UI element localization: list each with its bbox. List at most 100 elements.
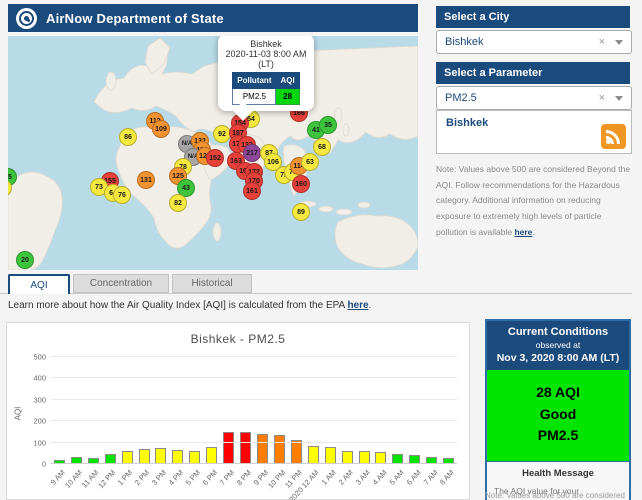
chart-bar[interactable] bbox=[155, 448, 166, 464]
city-caret-down-icon[interactable] bbox=[615, 40, 623, 45]
aqi-marker[interactable]: 161 bbox=[243, 182, 261, 200]
city-clear-icon[interactable]: × bbox=[599, 36, 605, 48]
aqi-marker[interactable]: 68 bbox=[313, 138, 331, 156]
chart-bar[interactable] bbox=[308, 446, 319, 464]
parameter-select-value: PM2.5 bbox=[445, 92, 599, 104]
chart-bar-slot: 4 PM bbox=[169, 357, 186, 464]
chart-plot: 9 AM10 AM11 AM12 PM1 PM2 PM3 PM4 PM5 PM6… bbox=[51, 357, 457, 464]
bottom-note-cutoff: Note: Values above 500 are considered Be… bbox=[485, 491, 635, 500]
aqi-value: 28 AQI bbox=[489, 382, 627, 404]
chart-bar[interactable] bbox=[291, 440, 302, 464]
chart-x-tick: 7 AM bbox=[421, 468, 439, 487]
aqi-marker[interactable]: 86 bbox=[119, 128, 137, 146]
chart-y-tick: 400 bbox=[22, 374, 46, 383]
chart-x-tick: 3 PM bbox=[150, 468, 168, 487]
observed-at-label: observed at bbox=[489, 340, 627, 350]
state-department-seal-icon bbox=[16, 8, 37, 29]
chart-bar[interactable] bbox=[172, 450, 183, 464]
chart-bar-slot: 3 AM bbox=[356, 357, 373, 464]
aqi-marker[interactable]: 89 bbox=[292, 203, 310, 221]
chart-bar-slot: 5 PM bbox=[186, 357, 203, 464]
rss-city-label: Bishkek bbox=[446, 117, 488, 129]
aqi-summary-box: 28 AQI Good PM2.5 bbox=[487, 370, 629, 461]
app-header: AirNow Department of State bbox=[8, 4, 418, 32]
chart-bar-slot: 1 AM bbox=[322, 357, 339, 464]
parameter-caret-down-icon[interactable] bbox=[615, 96, 623, 101]
chart-bar-slot: 11 PM bbox=[288, 357, 305, 464]
chart-bar[interactable] bbox=[122, 451, 133, 464]
parameter-select[interactable]: PM2.5 × bbox=[436, 86, 632, 110]
chart-x-tick: 5 AM bbox=[387, 468, 405, 487]
aqi-marker[interactable]: 109 bbox=[152, 120, 170, 138]
chart-x-tick: 2 AM bbox=[337, 468, 355, 487]
chart-bar-slot: 6 PM bbox=[203, 357, 220, 464]
chart-x-tick: 6 PM bbox=[201, 468, 219, 487]
aqi-marker[interactable]: 20 bbox=[16, 251, 34, 269]
parameter-clear-icon[interactable]: × bbox=[599, 92, 605, 104]
select-parameter-header: Select a Parameter bbox=[436, 62, 630, 84]
aqi-marker[interactable]: 160 bbox=[292, 175, 310, 193]
learn-more-text: Learn more about how the Air Quality Ind… bbox=[8, 300, 371, 311]
chart-gridline bbox=[51, 442, 457, 443]
tab-concentration[interactable]: Concentration bbox=[73, 274, 169, 293]
learn-more-here-link[interactable]: here bbox=[347, 300, 368, 311]
chart-x-tick: 12 PM bbox=[97, 468, 118, 490]
chart-x-tick: 1 AM bbox=[320, 468, 338, 487]
chart-bar-slot: 5 AM bbox=[389, 357, 406, 464]
chart-bars: 9 AM10 AM11 AM12 PM1 PM2 PM3 PM4 PM5 PM6… bbox=[51, 357, 457, 464]
city-select-value: Bishkek bbox=[445, 36, 599, 48]
aqi-marker[interactable]: 63 bbox=[301, 153, 319, 171]
popup-timezone: (LT) bbox=[222, 59, 310, 69]
chart-gridline bbox=[51, 356, 457, 357]
world-aqi-map[interactable]: 252011210986N/A132118N/A1241527812543821… bbox=[8, 36, 418, 270]
chart-bar[interactable] bbox=[206, 447, 217, 464]
sidebar-note-here-link[interactable]: here bbox=[514, 227, 532, 237]
tab-divider bbox=[0, 293, 632, 294]
chart-x-tick: 7 PM bbox=[218, 468, 236, 487]
rss-icon[interactable] bbox=[601, 124, 626, 149]
chart-bar[interactable] bbox=[223, 432, 234, 464]
chart-bar-slot: 10 AM bbox=[68, 357, 85, 464]
aqi-marker[interactable]: 82 bbox=[169, 194, 187, 212]
chart-bar-slot: 9 AM bbox=[51, 357, 68, 464]
chart-x-tick: 3 AM bbox=[353, 468, 371, 487]
chart-bar-slot: 11 AM bbox=[85, 357, 102, 464]
sidebar-note: Note: Values above 500 are considered Be… bbox=[436, 162, 632, 241]
chart-y-tick: 200 bbox=[22, 417, 46, 426]
aqi-marker[interactable]: 131 bbox=[137, 171, 155, 189]
chart-bar-slot: 2020 12 AM bbox=[305, 357, 322, 464]
chart-bar[interactable] bbox=[257, 434, 268, 464]
city-select[interactable]: Bishkek × bbox=[436, 30, 632, 54]
chart-bar-slot: 4 AM bbox=[373, 357, 390, 464]
select-city-header: Select a City bbox=[436, 6, 630, 28]
chart-x-tick: 8 AM bbox=[438, 468, 456, 487]
chart-bar-slot: 2 AM bbox=[339, 357, 356, 464]
current-conditions-title: Current Conditions bbox=[489, 326, 627, 338]
aqi-marker[interactable]: 35 bbox=[319, 116, 337, 134]
chart-bar[interactable] bbox=[342, 451, 353, 464]
chart-x-tick: 2 PM bbox=[133, 468, 151, 487]
tab-historical[interactable]: Historical bbox=[172, 274, 252, 293]
aqi-marker[interactable]: 76 bbox=[113, 186, 131, 204]
rss-feed-box: Bishkek bbox=[436, 110, 632, 154]
chart-bar[interactable] bbox=[274, 435, 285, 464]
tab-aqi[interactable]: AQI bbox=[8, 274, 70, 294]
app-title: AirNow Department of State bbox=[46, 11, 224, 26]
chart-y-tick: 300 bbox=[22, 395, 46, 404]
observed-datetime: Nov 3, 2020 8:00 AM (LT) bbox=[489, 352, 627, 364]
chart-bar-slot: 2 PM bbox=[136, 357, 153, 464]
chart-bar[interactable] bbox=[139, 449, 150, 464]
popup-pollutant-header: Pollutant bbox=[233, 73, 276, 89]
chart-x-tick: 5 PM bbox=[184, 468, 202, 487]
chart-x-tick: 4 AM bbox=[370, 468, 388, 487]
popup-aqi-header: AQI bbox=[276, 73, 299, 89]
chart-bar[interactable] bbox=[240, 432, 251, 464]
chart-gridline bbox=[51, 420, 457, 421]
chart-bar-slot: 8 PM bbox=[237, 357, 254, 464]
chart-y-tick: 100 bbox=[22, 438, 46, 447]
chart-bar[interactable] bbox=[325, 447, 336, 464]
aqi-marker[interactable]: 217 bbox=[243, 144, 261, 162]
aqi-pollutant: PM2.5 bbox=[489, 425, 627, 447]
aqi-marker[interactable]: 152 bbox=[206, 149, 224, 167]
map-popup: Bishkek 2020-11-03 8:00 AM (LT) Pollutan… bbox=[218, 36, 314, 111]
